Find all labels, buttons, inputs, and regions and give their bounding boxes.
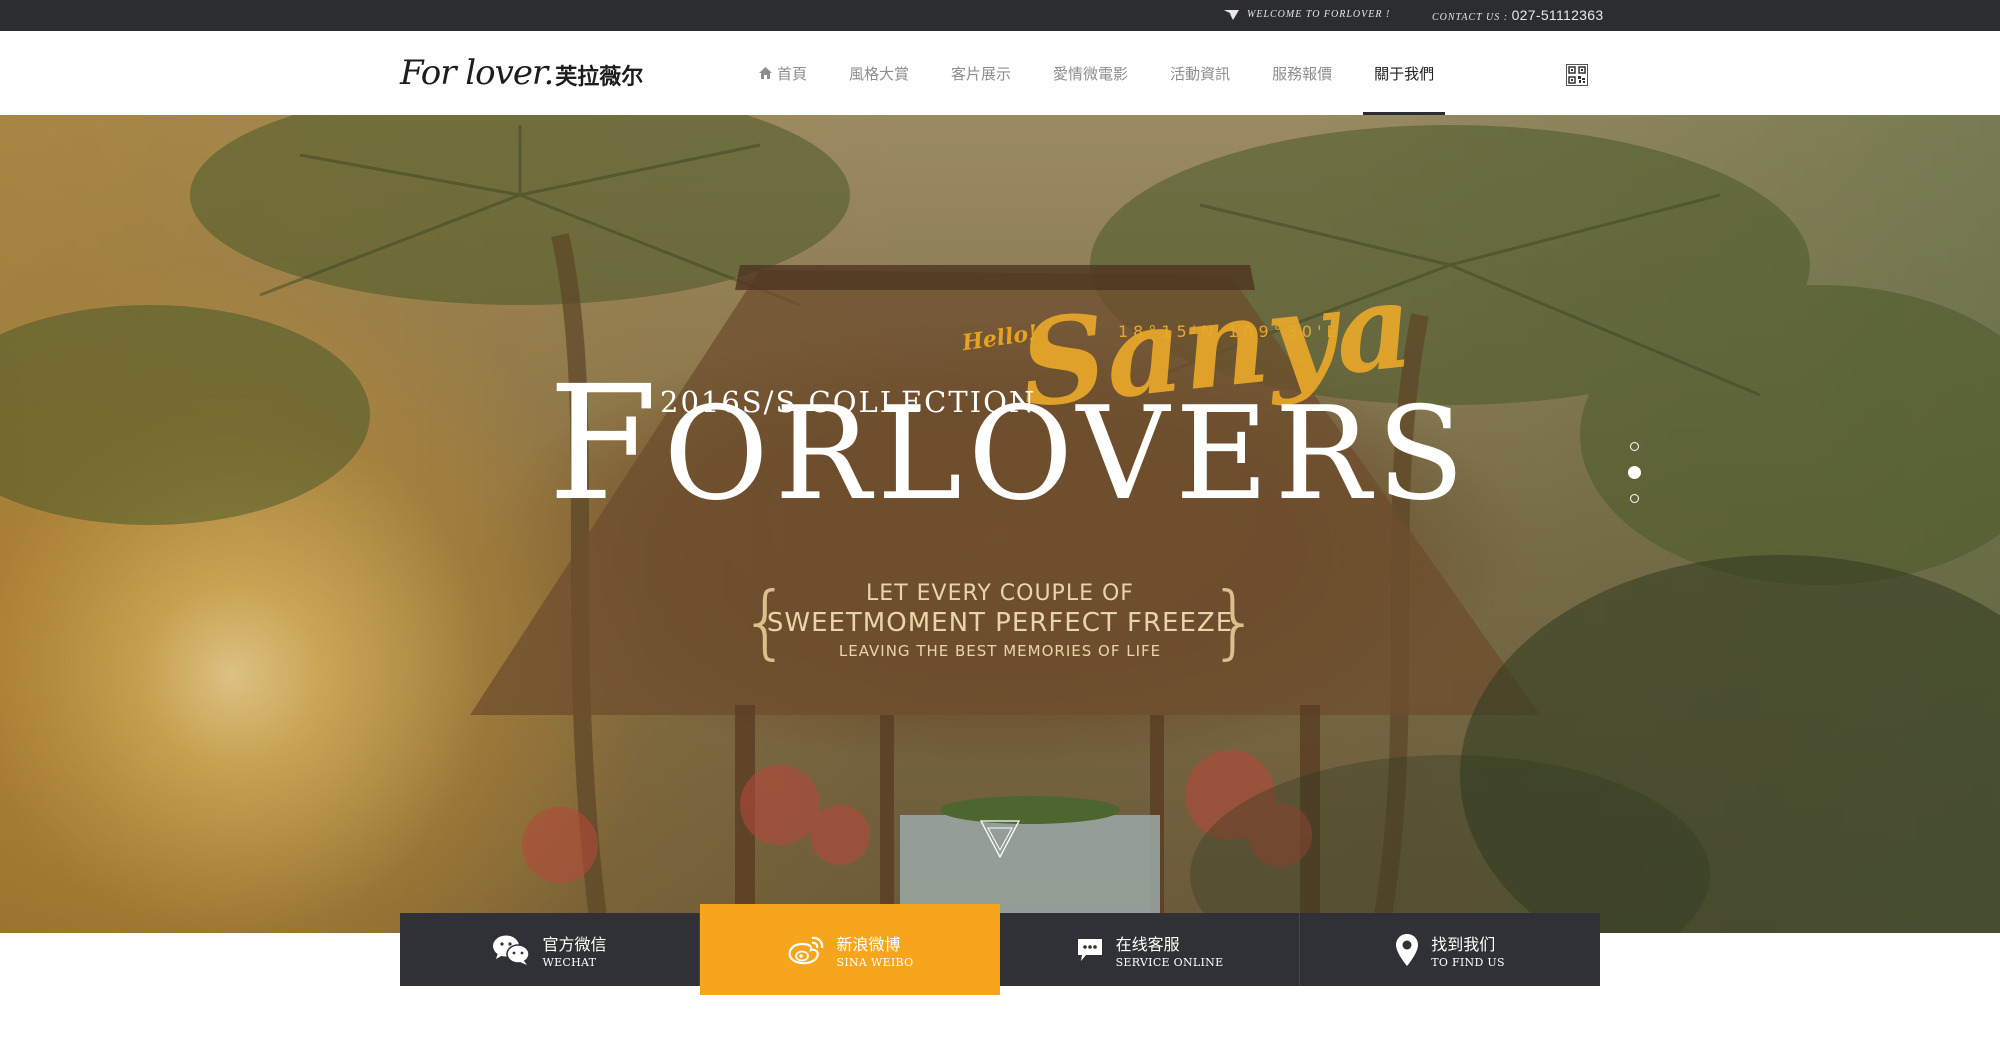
nav-item-about[interactable]: 關于我們 (1353, 31, 1455, 115)
nav-label: 風格大賞 (849, 64, 910, 83)
brace-right: } (1209, 575, 1260, 668)
social-text: 找到我们 TO FIND US (1431, 931, 1505, 969)
social-label-en: WECHAT (542, 955, 597, 969)
chat-icon (1077, 938, 1102, 961)
home-icon (759, 67, 772, 79)
logo-chinese: 芙拉薇尔 (555, 64, 644, 90)
social-label-cn: 新浪微博 (836, 934, 901, 954)
social-label-en: TO FIND US (1431, 955, 1505, 969)
send-icon (1224, 9, 1239, 20)
brace-left: { (740, 575, 791, 668)
contact-info: CONTACT US : 027-51112363 (1432, 7, 1603, 23)
social-tile-service[interactable]: 在线客服 SERVICE ONLINE (1000, 913, 1299, 986)
qr-code-icon[interactable] (1566, 64, 1588, 86)
welcome-text: WELCOME TO FORLOVER ! (1247, 9, 1391, 20)
nav-label: 服務報價 (1272, 64, 1333, 83)
tagline-line1: LET EVERY COUPLE OF (866, 581, 1134, 606)
contact-label: CONTACT US : (1432, 12, 1509, 23)
social-tile-weibo[interactable]: 新浪微博 SINA WEIBO (700, 904, 1000, 995)
wechat-icon (493, 935, 531, 965)
social-label-cn: 找到我们 (1431, 934, 1496, 954)
nav-item-home[interactable]: 首頁 (738, 31, 828, 115)
nav-item-news[interactable]: 活動資訊 (1149, 31, 1251, 115)
social-label-cn: 官方微信 (542, 934, 607, 954)
social-text: 新浪微博 SINA WEIBO (837, 931, 914, 969)
scroll-down-icon[interactable] (980, 820, 1020, 858)
nav-item-styles[interactable]: 風格大賞 (828, 31, 930, 115)
nav-item-gallery[interactable]: 客片展示 (930, 31, 1032, 115)
location-pin-icon (1396, 933, 1419, 966)
nav-label: 活動資訊 (1170, 64, 1231, 83)
tagline-line2: SWEETMOMENT PERFECT FREEZE (766, 608, 1234, 638)
social-text: 在线客服 SERVICE ONLINE (1116, 931, 1224, 969)
welcome-message: WELCOME TO FORLOVER ! (1224, 9, 1390, 20)
slider-dot-3[interactable] (1629, 494, 1639, 503)
hero-coordinates: 18°15'N 109°30'E (1118, 322, 1342, 341)
weibo-icon (788, 936, 823, 964)
logo[interactable]: For lover. 芙拉薇尔 (400, 53, 643, 93)
nav-label: 首頁 (777, 64, 808, 83)
header: For lover. 芙拉薇尔 首頁 風格大賞 客片展示 愛情微電影 活動資訊 … (0, 31, 2000, 115)
hero-banner: Hello! Sanya 18°15'N 109°30'E FORLOVERS … (0, 115, 2000, 933)
nav-item-pricing[interactable]: 服務報價 (1251, 31, 1353, 115)
slider-dot-1[interactable] (1629, 442, 1639, 451)
social-bar: 官方微信 WECHAT 新浪微博 SINA WEIBO 在线客服 SERVICE… (400, 904, 1600, 995)
slider-dots (1627, 442, 1641, 518)
nav-label: 客片展示 (951, 64, 1012, 83)
nav-item-films[interactable]: 愛情微電影 (1032, 31, 1149, 115)
hero-tagline: { } LET EVERY COUPLE OF SWEETMOMENT PERF… (740, 575, 1260, 668)
logo-script: For lover. (400, 53, 554, 93)
tagline-line3: LEAVING THE BEST MEMORIES OF LIFE (838, 642, 1162, 660)
hero-brand-initial: F (548, 352, 664, 536)
social-label-en: SINA WEIBO (836, 955, 914, 969)
nav-label: 愛情微電影 (1053, 64, 1129, 83)
slider-dot-2[interactable] (1627, 466, 1641, 479)
social-text: 官方微信 WECHAT (542, 931, 606, 969)
hero-collection: 2016S/S COLLECTION (660, 385, 1037, 419)
top-bar: WELCOME TO FORLOVER ! CONTACT US : 027-5… (0, 0, 2000, 31)
main-nav: 首頁 風格大賞 客片展示 愛情微電影 活動資訊 服務報價 關于我們 (738, 31, 1455, 115)
social-tile-location[interactable]: 找到我们 TO FIND US (1300, 913, 1600, 986)
contact-phone[interactable]: 027-51112363 (1512, 7, 1604, 23)
social-label-cn: 在线客服 (1115, 934, 1180, 954)
social-tile-wechat[interactable]: 官方微信 WECHAT (400, 913, 699, 986)
social-label-en: SERVICE ONLINE (1115, 955, 1224, 969)
nav-label: 關于我們 (1374, 64, 1435, 83)
